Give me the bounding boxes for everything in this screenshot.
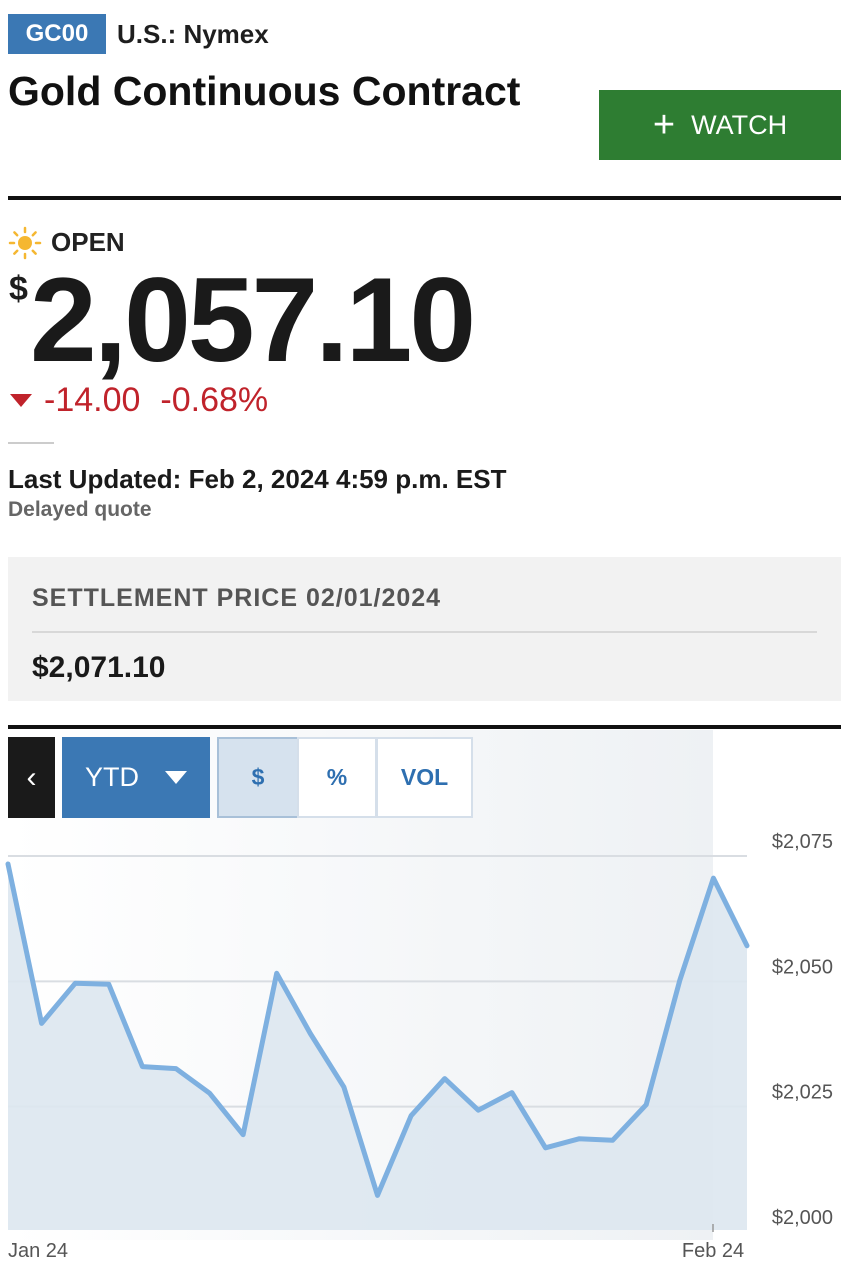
- last-updated: Last Updated: Feb 2, 2024 4:59 p.m. EST: [8, 464, 507, 494]
- price-change: -14.00: [44, 380, 141, 419]
- price-change-row: -14.00 -0.68%: [10, 380, 268, 420]
- price-point: [240, 1132, 246, 1138]
- price-point: [5, 861, 11, 867]
- price-point: [744, 943, 750, 949]
- x-tick-label: Feb 24: [682, 1240, 744, 1262]
- plus-icon: +: [652, 104, 676, 146]
- caret-down-icon: [165, 771, 187, 784]
- mode-volume-button[interactable]: VOL: [376, 737, 473, 818]
- ticker-badge: GC00: [8, 14, 106, 54]
- price-point: [207, 1090, 213, 1096]
- price-change-percent: -0.68%: [160, 380, 269, 419]
- chart-back-button[interactable]: ‹: [8, 737, 55, 818]
- delayed-quote-note: Delayed quote: [8, 498, 152, 521]
- divider: [8, 442, 54, 444]
- y-tick-label: $2,050: [772, 956, 833, 978]
- divider: [8, 725, 841, 729]
- price-point: [139, 1064, 145, 1070]
- range-dropdown[interactable]: YTD: [62, 737, 210, 818]
- price-point: [543, 1145, 549, 1151]
- y-tick-label: $2,025: [772, 1082, 833, 1104]
- price-point: [509, 1090, 515, 1096]
- x-tick-label: Jan 24: [8, 1240, 68, 1262]
- settlement-value: $2,071.10: [32, 651, 166, 684]
- price-point: [408, 1113, 414, 1119]
- price-point: [72, 980, 78, 986]
- price-point: [106, 981, 112, 987]
- y-tick-label: $2,000: [772, 1207, 833, 1229]
- price-point: [375, 1192, 381, 1198]
- watch-button[interactable]: + WATCH: [599, 90, 841, 160]
- watch-label: WATCH: [691, 109, 788, 140]
- mode-percent-button[interactable]: %: [297, 737, 377, 818]
- exchange-label: U.S.: Nymex: [117, 19, 269, 49]
- currency-symbol: $: [9, 270, 28, 308]
- settlement-label: SETTLEMENT PRICE 02/01/2024: [32, 584, 442, 612]
- price-point: [442, 1076, 448, 1082]
- price-point: [39, 1020, 45, 1026]
- mode-dollar-button[interactable]: $: [217, 737, 299, 818]
- price-point: [307, 1031, 313, 1037]
- down-arrow-icon: [10, 393, 32, 407]
- price-point: [710, 875, 716, 881]
- divider: [8, 196, 841, 200]
- price-point: [341, 1084, 347, 1090]
- price-point: [677, 977, 683, 983]
- last-price: 2,057.10: [30, 253, 476, 387]
- price-point: [576, 1136, 582, 1142]
- price-point: [643, 1102, 649, 1108]
- range-label: YTD: [85, 762, 139, 792]
- divider: [32, 631, 817, 633]
- page-title: Gold Continuous Contract: [8, 68, 521, 114]
- price-point: [610, 1137, 616, 1143]
- price-point: [274, 970, 280, 976]
- price-point: [173, 1066, 179, 1072]
- price-point: [475, 1107, 481, 1113]
- y-tick-label: $2,075: [772, 831, 833, 853]
